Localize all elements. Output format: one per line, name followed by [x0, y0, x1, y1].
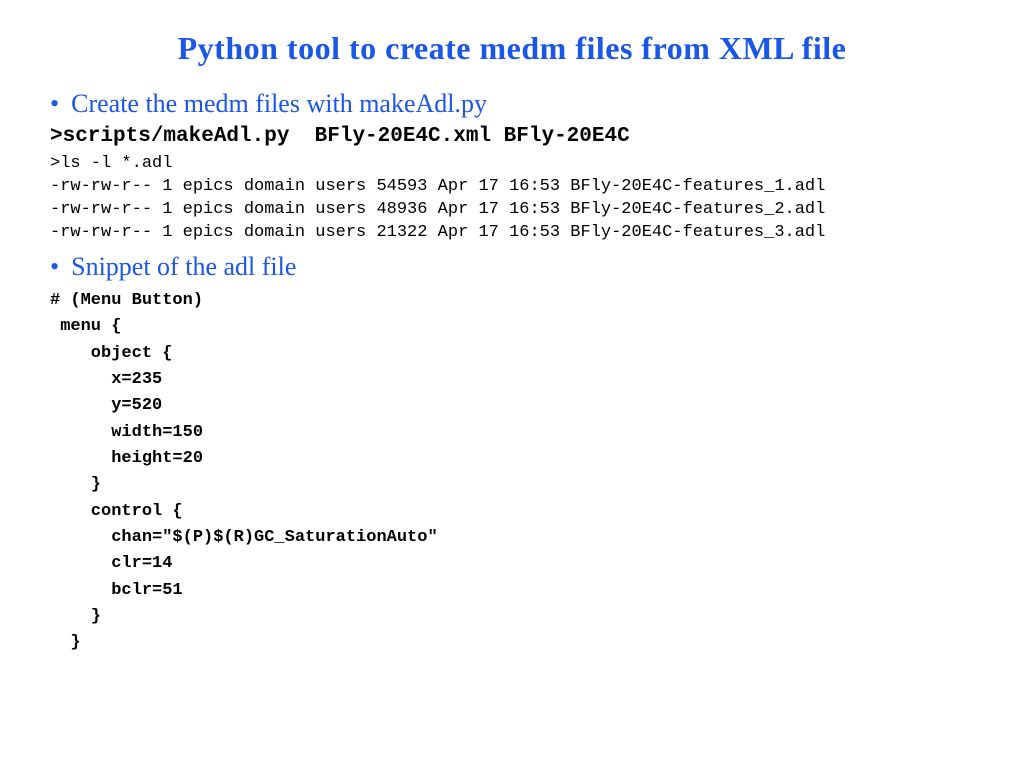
bullet-marker: •: [50, 254, 59, 280]
ls-command: >ls -l *.adl: [50, 154, 974, 173]
code-snippet: # (Menu Button) menu { object { x=235 y=…: [50, 288, 974, 657]
bullet-marker: •: [50, 91, 59, 117]
command-line: >scripts/makeAdl.py BFly-20E4C.xml BFly-…: [50, 125, 974, 148]
bullet-item-2: • Snippet of the adl file: [50, 252, 974, 282]
bullet-text-1: Create the medm files with makeAdl.py: [71, 89, 487, 119]
slide-title: Python tool to create medm files from XM…: [50, 30, 974, 67]
bullet-item-1: • Create the medm files with makeAdl.py: [50, 89, 974, 119]
ls-output-line-3: -rw-rw-r-- 1 epics domain users 21322 Ap…: [50, 223, 974, 242]
bullet-text-2: Snippet of the adl file: [71, 252, 296, 282]
ls-output-line-1: -rw-rw-r-- 1 epics domain users 54593 Ap…: [50, 177, 974, 196]
ls-output-line-2: -rw-rw-r-- 1 epics domain users 48936 Ap…: [50, 200, 974, 219]
